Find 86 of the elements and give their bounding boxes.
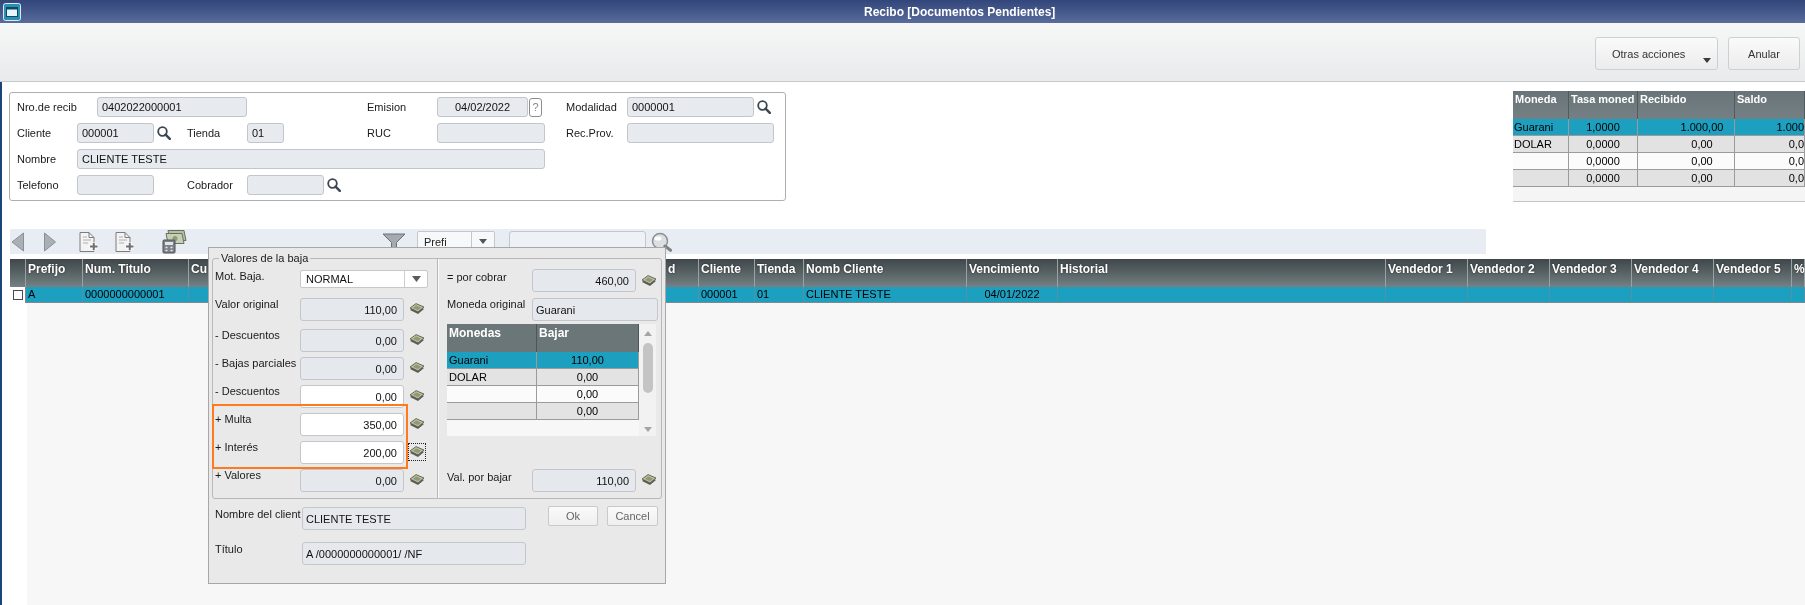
input-field[interactable]: 01 bbox=[247, 123, 284, 143]
field-label: - Descuentos bbox=[215, 328, 281, 342]
input-field[interactable]: 0,00 bbox=[300, 357, 404, 380]
field-label: Rec.Prov. bbox=[566, 127, 614, 139]
search-icon[interactable] bbox=[757, 100, 771, 114]
table-row[interactable]: DOLAR 0,0000 0,00 0,0 bbox=[1513, 136, 1805, 153]
caret-icon bbox=[479, 239, 487, 244]
action-button[interactable]: Anular bbox=[1728, 37, 1800, 70]
table-cell: 0,0 bbox=[1735, 170, 1805, 187]
caret-icon bbox=[1703, 58, 1712, 63]
field-label: RUC bbox=[367, 127, 391, 139]
table-row[interactable]: Guarani 1,0000 1.000,00 1.000 bbox=[1513, 119, 1805, 136]
table-row[interactable]: 0,00 bbox=[447, 403, 639, 420]
add-document-icon[interactable] bbox=[113, 230, 135, 253]
cash-icon[interactable] bbox=[640, 473, 658, 487]
field-label: Telefono bbox=[17, 179, 59, 191]
money-calculator-icon[interactable] bbox=[162, 229, 187, 254]
table-cell: 0,00 bbox=[1638, 170, 1735, 187]
table-cell: 0,0000 bbox=[1569, 170, 1638, 187]
cash-icon[interactable] bbox=[408, 389, 426, 403]
actions-menu-button[interactable]: Otras acciones bbox=[1595, 37, 1718, 70]
input-field[interactable]: 110,00 bbox=[532, 469, 636, 492]
field-label: Tienda bbox=[187, 127, 221, 139]
arrow-right-icon[interactable] bbox=[43, 231, 57, 252]
table-row[interactable]: DOLAR 0,00 bbox=[447, 369, 639, 386]
table-row[interactable]: 0,0000 0,00 0,0 bbox=[1513, 170, 1805, 187]
cash-icon[interactable] bbox=[408, 361, 426, 375]
field-label: Nombre bbox=[17, 153, 57, 165]
field-label: Modalidad bbox=[566, 101, 617, 113]
dialog-button[interactable]: Ok bbox=[548, 506, 598, 526]
scrollbar-thumb[interactable] bbox=[642, 343, 653, 393]
scrollbar[interactable] bbox=[639, 324, 656, 436]
field-label: Mot. Baja. bbox=[215, 269, 266, 283]
input-field[interactable] bbox=[247, 175, 324, 195]
cash-icon[interactable] bbox=[408, 473, 426, 487]
cash-icon[interactable] bbox=[408, 443, 426, 461]
input-field[interactable]: 0402022000001 bbox=[97, 97, 247, 117]
caret-icon bbox=[411, 276, 421, 282]
input-field[interactable]: 000001 bbox=[77, 123, 154, 143]
input-field[interactable] bbox=[437, 123, 545, 143]
cash-icon[interactable] bbox=[640, 274, 658, 288]
cash-icon[interactable] bbox=[408, 417, 426, 431]
search-icon[interactable] bbox=[157, 126, 171, 140]
field-label: Nombre del client bbox=[215, 507, 302, 521]
field-label: + Valores bbox=[215, 468, 262, 482]
input-field[interactable]: 460,00 bbox=[532, 269, 636, 292]
input-field[interactable]: CLIENTE TESTE bbox=[77, 149, 545, 169]
add-document-icon[interactable] bbox=[77, 230, 99, 253]
input-field[interactable] bbox=[627, 123, 774, 143]
arrow-left-icon[interactable] bbox=[10, 231, 26, 252]
window-title: Recibo [Documentos Pendientes] bbox=[864, 4, 1056, 19]
dropdown[interactable]: NORMAL bbox=[300, 270, 428, 288]
field-label: - Descuentos bbox=[215, 384, 281, 398]
cash-icon[interactable] bbox=[408, 302, 426, 316]
input-field[interactable]: 0,00 bbox=[300, 329, 404, 352]
field-label: Título bbox=[215, 542, 244, 556]
field-label: = por cobrar bbox=[447, 270, 508, 284]
input-field[interactable]: 0,00 bbox=[300, 469, 404, 492]
dialog-button[interactable]: Cancel bbox=[607, 506, 658, 526]
window-icon[interactable] bbox=[3, 2, 21, 21]
cash-icon[interactable] bbox=[408, 333, 426, 347]
input-field[interactable]: A /0000000000001/ /NF bbox=[302, 542, 526, 565]
input-field[interactable]: 350,00 bbox=[300, 413, 404, 436]
field-label: Nro.de recib bbox=[17, 101, 77, 113]
checkbox[interactable] bbox=[12, 290, 23, 300]
field-label: Val. por bajar bbox=[447, 470, 513, 484]
field-label: - Bajas parciales bbox=[215, 356, 298, 370]
field-label: Cobrador bbox=[187, 179, 233, 191]
input-field[interactable]: 04/02/2022 bbox=[437, 97, 528, 117]
input-field[interactable]: CLIENTE TESTE bbox=[302, 507, 526, 530]
search-icon[interactable] bbox=[327, 178, 341, 192]
table-row[interactable]: Guarani 110,00 bbox=[447, 352, 639, 369]
field-label: Emision bbox=[367, 101, 407, 113]
field-label: + Multa bbox=[215, 412, 253, 426]
input-field[interactable]: 0,00 bbox=[300, 385, 404, 408]
input-field[interactable] bbox=[77, 175, 154, 195]
input-field[interactable]: 200,00 bbox=[300, 441, 404, 464]
help-button[interactable]: ? bbox=[529, 97, 542, 117]
field-label: + Interés bbox=[215, 440, 260, 454]
group-title: Valores de la baja bbox=[219, 251, 311, 265]
table-row[interactable]: 0,00 bbox=[447, 386, 639, 403]
input-field[interactable]: 0000001 bbox=[627, 97, 754, 117]
input-field[interactable]: 110,00 bbox=[300, 298, 404, 321]
table-row[interactable]: 0,0000 0,00 0,0 bbox=[1513, 153, 1805, 170]
field-label: Cliente bbox=[17, 127, 52, 139]
input-field[interactable]: Guarani bbox=[532, 298, 658, 321]
